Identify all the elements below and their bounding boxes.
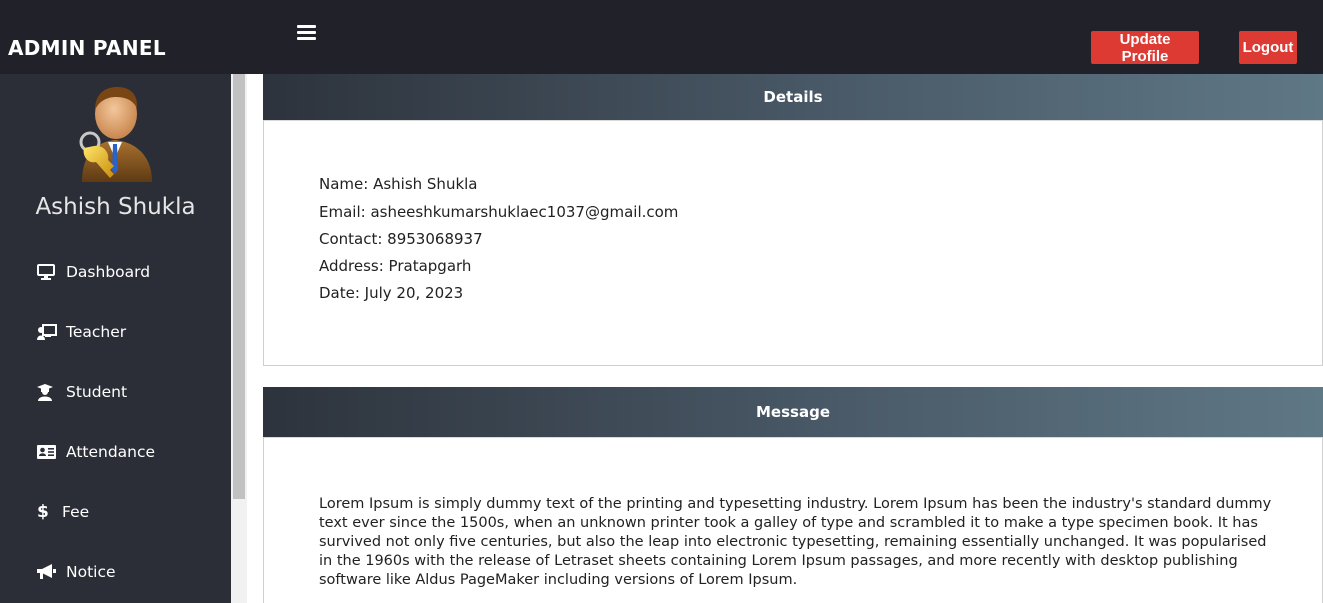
dollar-icon: $ [37, 502, 49, 522]
sidebar-item-label: Fee [62, 503, 90, 521]
detail-contact: Contact: 8953068937 [319, 230, 483, 248]
sidebar-item-student[interactable]: Student [37, 379, 127, 405]
teacher-board-icon [37, 323, 57, 341]
sidebar-item-label: Dashboard [66, 263, 151, 281]
sidebar-item-fee[interactable]: $ Fee [37, 499, 89, 525]
logout-button[interactable]: Logout [1239, 31, 1297, 64]
detail-name: Name: Ashish Shukla [319, 175, 478, 193]
menu-toggle-icon[interactable] [296, 22, 318, 42]
monitor-icon [37, 263, 57, 281]
admin-avatar [79, 87, 152, 182]
sidebar-item-teacher[interactable]: Teacher [37, 319, 126, 345]
update-profile-button[interactable]: Update Profile [1091, 31, 1199, 65]
message-card-header: Message [263, 387, 1323, 437]
detail-date: Date: July 20, 2023 [319, 284, 464, 302]
sidebar-item-label: Student [66, 383, 128, 401]
sidebar-item-dashboard[interactable]: Dashboard [37, 259, 150, 285]
sidebar-item-label: Attendance [66, 443, 156, 461]
sidebar-item-label: Notice [66, 563, 116, 581]
id-card-icon [37, 443, 57, 461]
sidebar-item-notice[interactable]: Notice [37, 559, 116, 585]
sidebar-username: Ashish Shukla [35, 194, 196, 220]
megaphone-icon [37, 563, 57, 581]
detail-email: Email: asheeshkumarshuklaec1037@gmail.co… [319, 203, 679, 221]
details-card-header: Details [263, 74, 1323, 120]
sidebar-item-label: Teacher [66, 323, 127, 341]
top-navbar: ADMIN PANEL Update Profile Logout [0, 0, 1323, 74]
sidebar-item-attendance[interactable]: Attendance [37, 439, 155, 465]
sidebar-scrollbar-thumb[interactable] [233, 74, 245, 499]
message-text: Lorem Ipsum is simply dummy text of the … [319, 496, 1272, 588]
graduate-icon [37, 383, 57, 401]
brand-title: ADMIN PANEL [8, 36, 166, 60]
detail-address: Address: Pratapgarh [319, 257, 472, 275]
